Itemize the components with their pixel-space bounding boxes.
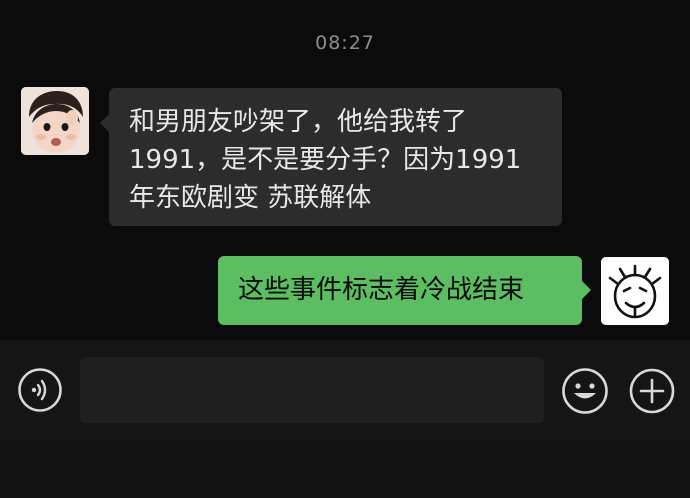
- emoji-icon: [562, 368, 608, 414]
- message-timestamp: 08:27: [315, 32, 375, 54]
- toddler-photo-avatar: [21, 87, 89, 155]
- incoming-message-bubble[interactable]: 和男朋友吵架了，他给我转了 1991，是不是要分手？因为1991 年东欧剧变 苏…: [100, 88, 562, 226]
- voice-button[interactable]: [17, 367, 63, 413]
- voice-icon: [18, 368, 62, 412]
- message-input[interactable]: [80, 357, 544, 423]
- outgoing-message-text: 这些事件标志着冷战结束: [238, 275, 525, 305]
- self-avatar[interactable]: [601, 257, 669, 325]
- plus-icon: [629, 368, 675, 414]
- chat-screen: 08:27 和男朋友吵架了，他给我转了 1991，是不是要分手？因为1991 年…: [0, 0, 690, 498]
- incoming-message-text: 和男朋友吵架了，他给我转了 1991，是不是要分手？因为1991 年东欧剧变 苏…: [129, 107, 522, 213]
- keyboard-area: [0, 438, 690, 498]
- outgoing-message-bubble[interactable]: 这些事件标志着冷战结束: [218, 256, 591, 325]
- more-options-button[interactable]: [628, 367, 676, 415]
- emoji-button[interactable]: [560, 366, 610, 416]
- cartoon-face-avatar: [601, 257, 669, 325]
- contact-avatar[interactable]: [21, 87, 89, 155]
